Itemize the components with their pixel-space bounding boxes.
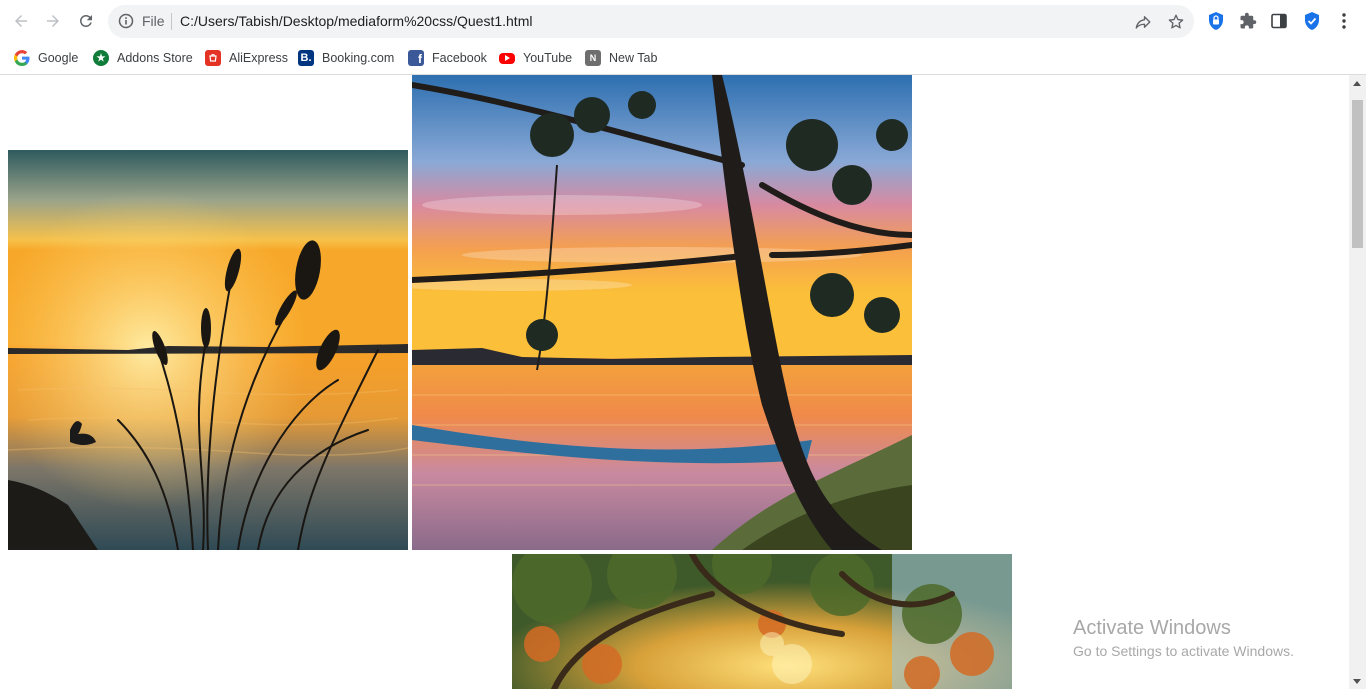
google-icon [14,50,30,66]
bookmark-booking[interactable]: B. Booking.com [298,48,394,68]
windows-activation-watermark: Activate Windows Go to Settings to activ… [1073,617,1294,659]
autumn-forest-image [512,554,1012,689]
bookmark-facebook[interactable]: f Facebook [408,48,487,68]
scheme-divider [171,13,172,30]
bookmark-label: Facebook [432,51,487,65]
url-text[interactable]: C:/Users/Tabish/Desktop/mediaform%20css/… [180,13,532,29]
booking-icon: B. [298,50,314,66]
new-tab-icon: N [585,50,601,66]
lake-hammock-sunset-image [412,75,912,550]
bookmark-new-tab[interactable]: N New Tab [585,48,657,68]
share-icon[interactable] [1133,12,1153,32]
extensions-icon[interactable] [1237,10,1259,32]
bookmark-label: AliExpress [229,51,289,65]
scheme-label: File [142,13,165,29]
address-bar[interactable]: File C:/Users/Tabish/Desktop/mediaform%2… [108,5,1194,38]
bookmark-aliexpress[interactable]: AliExpress [205,48,288,68]
bookmarks-bar: Google ★ Addons Store AliExpress B. Book… [0,42,1366,75]
info-icon[interactable] [118,13,134,29]
browser-toolbar: File C:/Users/Tabish/Desktop/mediaform%2… [0,0,1366,42]
bookmark-label: YouTube [523,51,573,65]
scroll-up-icon[interactable] [1353,81,1361,86]
reload-icon[interactable] [74,9,98,33]
addons-store-icon: ★ [93,50,109,66]
youtube-icon [499,52,515,64]
scroll-down-icon[interactable] [1353,679,1361,684]
scroll-thumb[interactable] [1352,100,1363,248]
star-icon[interactable] [1166,12,1186,32]
bookmark-label: Google [38,51,79,65]
vertical-scrollbar[interactable] [1349,75,1366,689]
facebook-icon: f [408,50,424,66]
bookmark-label: New Tab [609,51,658,65]
watermark-subtitle: Go to Settings to activate Windows. [1073,643,1294,659]
lake-reeds-sunset-image [8,150,408,550]
page-content [0,75,1349,689]
side-panel-icon[interactable] [1268,10,1290,32]
watermark-title: Activate Windows [1073,617,1231,639]
bookmark-google[interactable]: Google [14,48,78,68]
bookmark-label: Addons Store [117,51,193,65]
aliexpress-icon [205,50,221,66]
password-manager-icon[interactable] [1205,10,1227,32]
bookmark-label: Booking.com [322,51,395,65]
bookmark-youtube[interactable]: YouTube [499,48,572,68]
back-icon[interactable] [9,9,33,33]
bookmark-addons-store[interactable]: ★ Addons Store [93,48,193,68]
forward-icon[interactable] [41,9,65,33]
menu-icon[interactable] [1333,10,1355,32]
security-extension-icon[interactable] [1301,10,1323,32]
